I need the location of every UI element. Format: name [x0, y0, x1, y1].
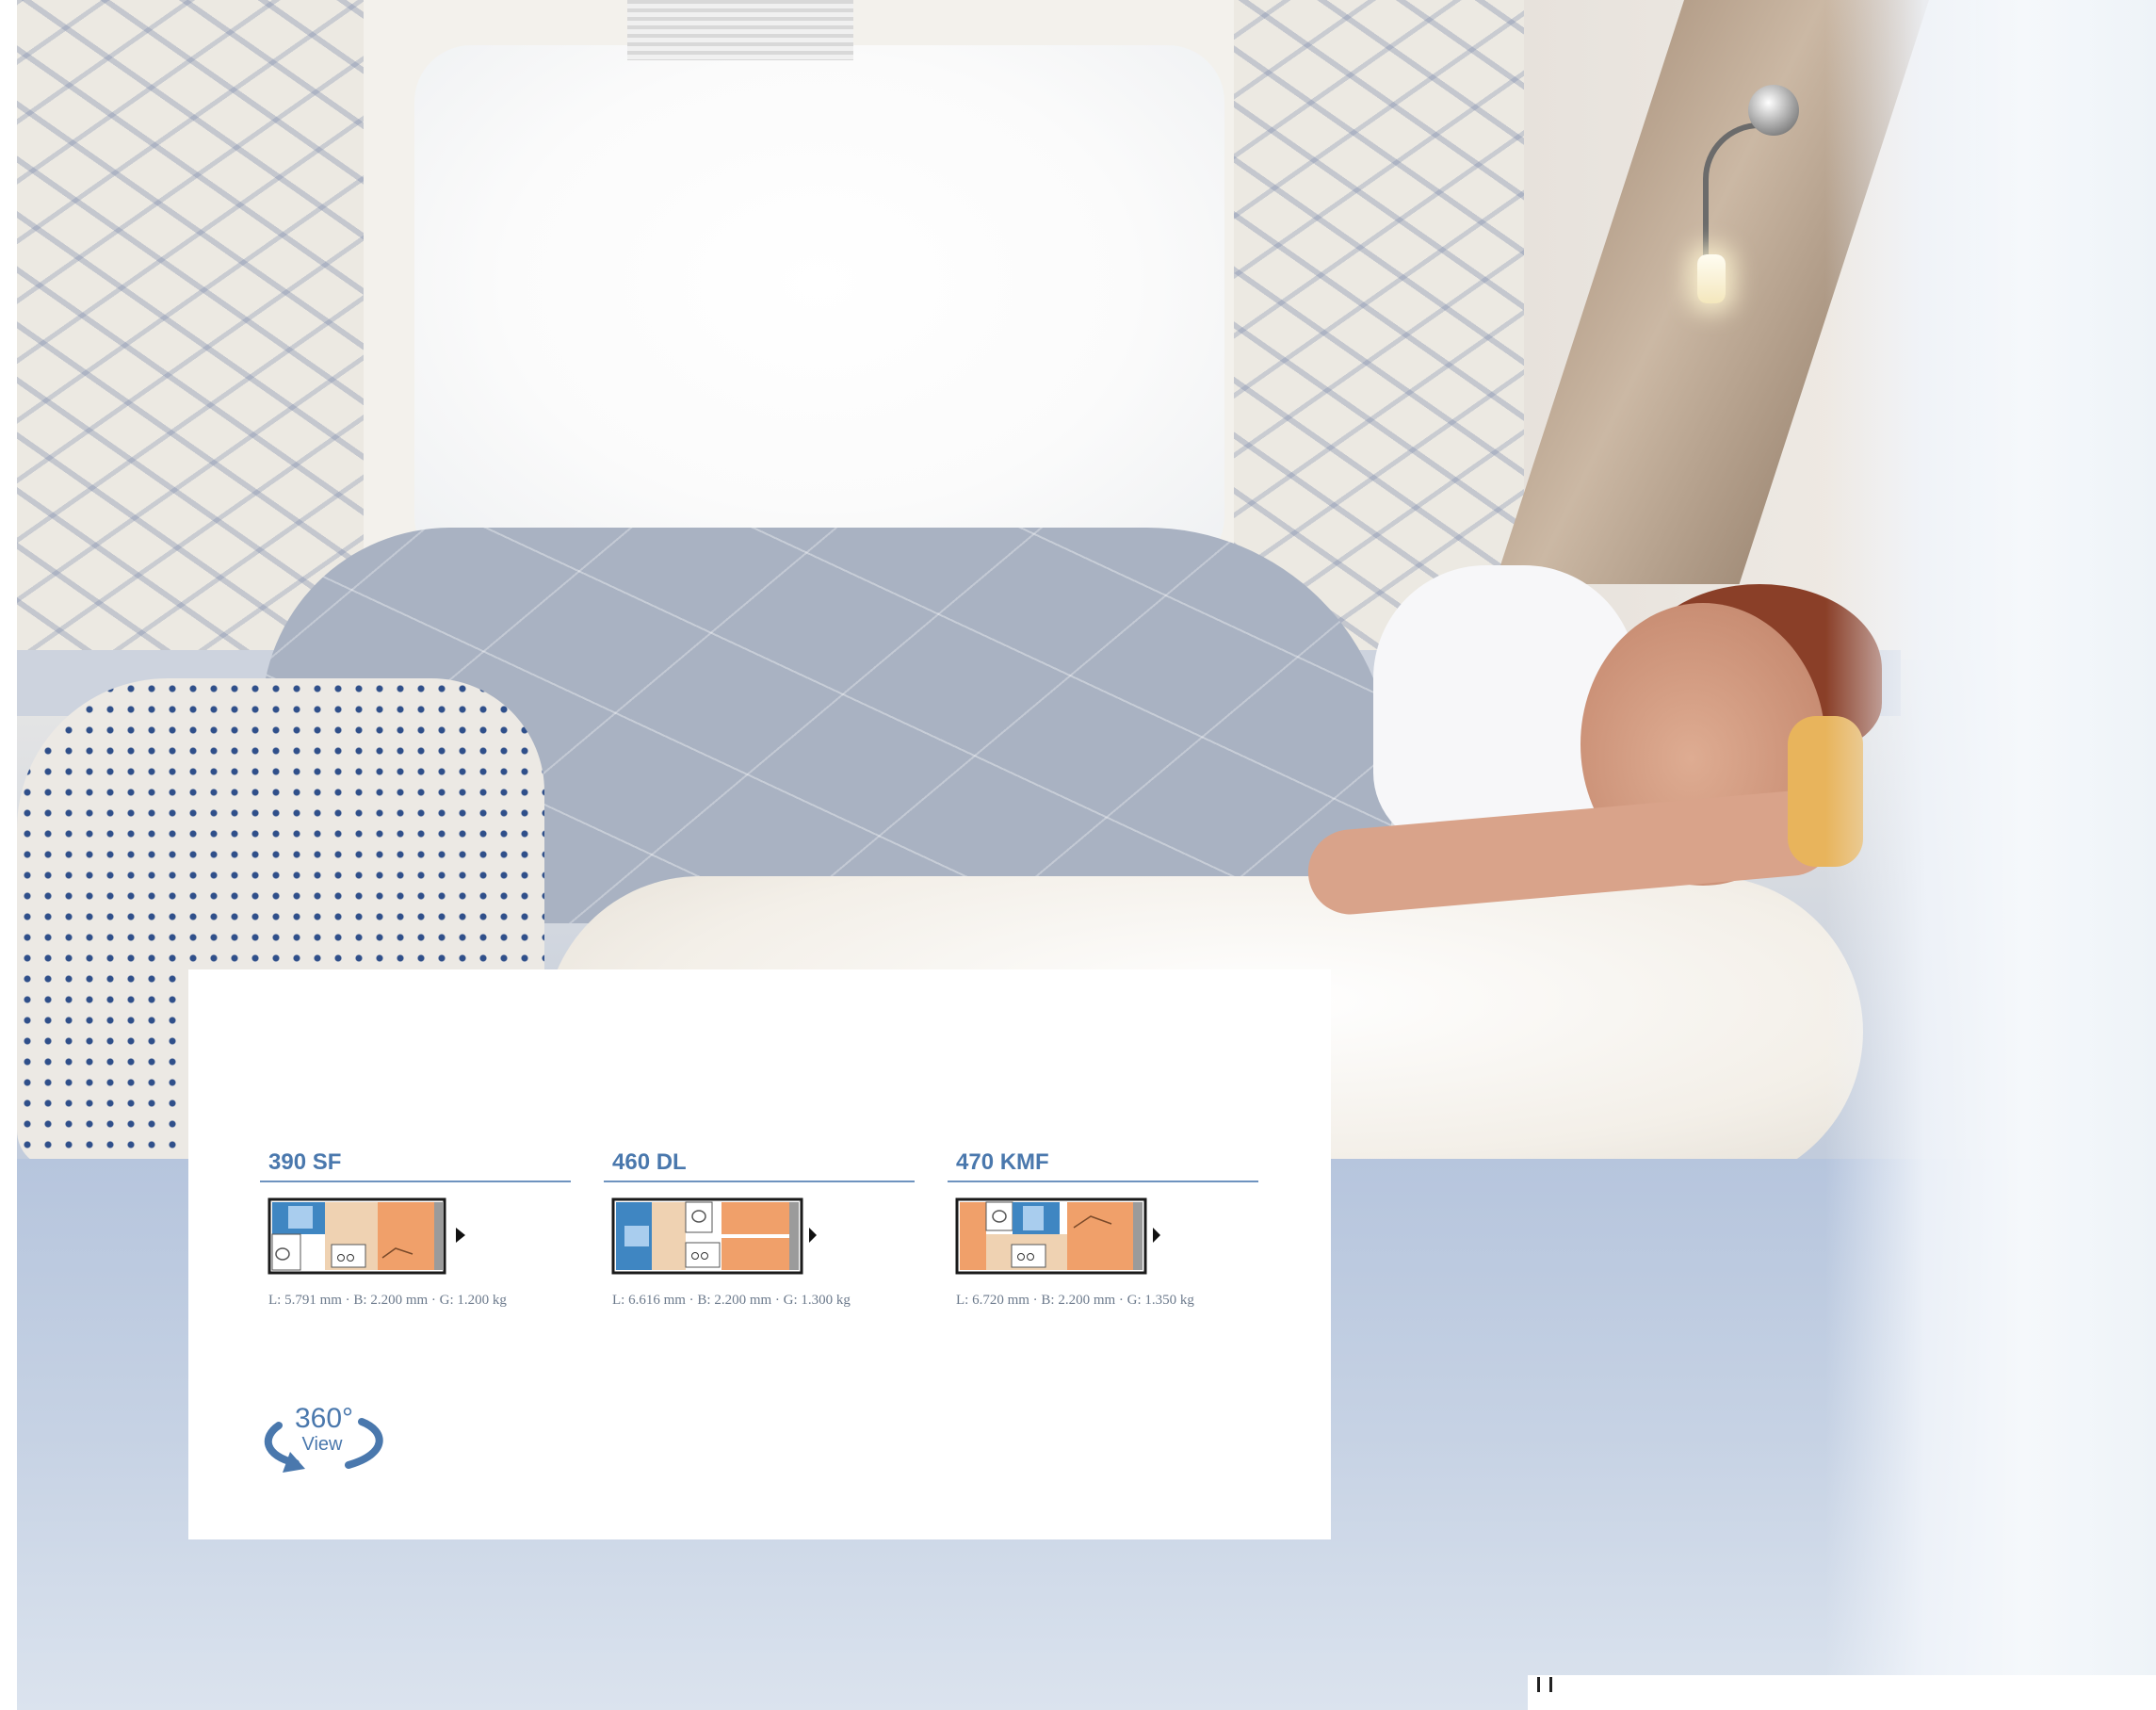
direction-arrow-icon [456, 1228, 465, 1243]
bottom-bar-marks [1537, 1677, 1552, 1692]
model-divider [948, 1181, 1258, 1182]
360-view-icon[interactable]: 360° View [258, 1393, 390, 1478]
model-name: 460 DL [612, 1149, 687, 1175]
reading-lamp-light [1697, 254, 1726, 303]
direction-arrow-icon [809, 1228, 817, 1243]
reading-lamp-base [1748, 85, 1799, 136]
direction-arrow-icon [1153, 1228, 1160, 1243]
floorplan-diagram [267, 1197, 465, 1275]
floorplan-diagram [955, 1197, 1160, 1275]
model-divider [604, 1181, 915, 1182]
model-name: 470 KMF [956, 1149, 1049, 1175]
360-degrees-label: 360° [295, 1403, 353, 1434]
page-left-margin [0, 0, 17, 1710]
model-list: 390 SF L: 5.791 mm · B: 2.200 mm · G: 1.… [260, 1148, 1258, 1309]
floorplan-diagram [611, 1197, 817, 1275]
window-blind [627, 0, 853, 60]
floorplan-panel: 390 SF L: 5.791 mm · B: 2.200 mm · G: 1.… [188, 969, 1331, 1539]
model-card[interactable]: 390 SF L: 5.791 mm · B: 2.200 mm · G: 1.… [260, 1148, 571, 1309]
blurred-foreground [1825, 0, 2156, 1710]
reading-lamp-arm [1703, 122, 1775, 269]
model-card[interactable]: 460 DL L: 6.616 mm · B: 2.200 mm · G: 1.… [604, 1148, 915, 1309]
curtain-right [1234, 0, 1545, 660]
model-specs: L: 6.616 mm · B: 2.200 mm · G: 1.300 kg [612, 1293, 851, 1308]
view-label: View [302, 1434, 344, 1455]
model-specs: L: 6.720 mm · B: 2.200 mm · G: 1.350 kg [956, 1293, 1194, 1308]
window-glass [414, 45, 1224, 573]
model-name: 390 SF [268, 1149, 342, 1175]
curtain-left [17, 0, 364, 660]
model-specs: L: 5.791 mm · B: 2.200 mm · G: 1.200 kg [268, 1293, 507, 1308]
model-card[interactable]: 470 KMF L: 6.720 mm · B: 2.200 mm · G: 1… [948, 1148, 1258, 1309]
model-divider [260, 1181, 571, 1182]
bottom-bar [1528, 1675, 2156, 1710]
